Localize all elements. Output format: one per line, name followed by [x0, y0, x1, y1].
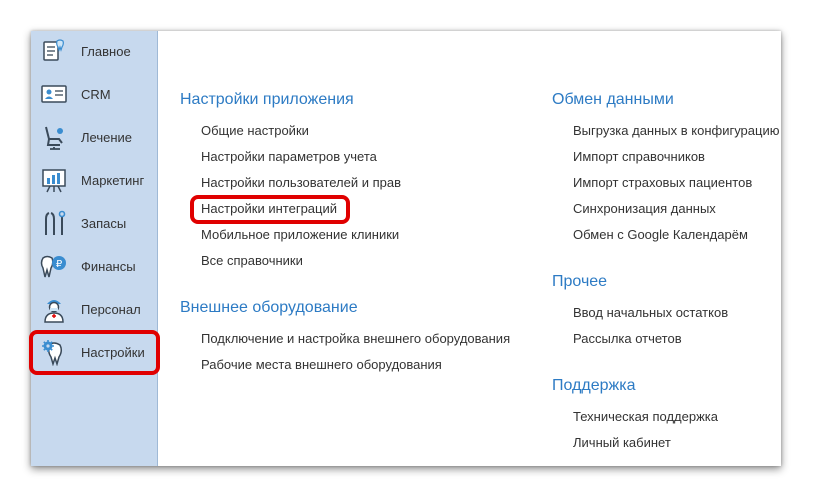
sidebar-item-finance[interactable]: ₽ Финансы	[31, 248, 158, 284]
contact-card-icon	[40, 80, 68, 108]
sidebar-item-label: Персонал	[81, 301, 141, 317]
app-window: Главное CRM Лечение Маркетинг Запасы ₽ Ф…	[31, 31, 781, 466]
chart-board-icon	[40, 166, 68, 194]
link-export-to-config[interactable]: Выгрузка данных в конфигурацию	[573, 123, 779, 138]
sidebar-item-staff[interactable]: Персонал	[31, 291, 158, 327]
sidebar-item-main[interactable]: Главное	[31, 33, 158, 69]
section-title-app-settings: Настройки приложения	[180, 91, 354, 108]
sidebar-item-marketing[interactable]: Маркетинг	[31, 162, 158, 198]
link-data-sync[interactable]: Синхронизация данных	[573, 201, 716, 216]
tooth-checklist-icon	[40, 37, 68, 65]
doctor-icon	[40, 295, 68, 323]
tooth-coin-icon: ₽	[40, 252, 68, 280]
section-title-other: Прочее	[552, 273, 608, 290]
link-import-catalogs[interactable]: Импорт справочников	[573, 149, 705, 164]
tooth-gear-icon	[40, 338, 68, 366]
section-title-external-equipment: Внешнее оборудование	[180, 299, 358, 316]
sidebar-item-stock[interactable]: Запасы	[31, 205, 158, 241]
link-equipment-setup[interactable]: Подключение и настройка внешнего оборудо…	[201, 331, 510, 346]
link-personal-account[interactable]: Личный кабинет	[573, 435, 671, 450]
link-integration-settings[interactable]: Настройки интеграций	[201, 201, 337, 216]
link-general-settings[interactable]: Общие настройки	[201, 123, 309, 138]
link-import-insured-patients[interactable]: Импорт страховых пациентов	[573, 175, 752, 190]
sidebar-item-label: Запасы	[81, 215, 127, 231]
link-all-catalogs[interactable]: Все справочники	[201, 253, 303, 268]
sidebar-item-label: Главное	[81, 43, 131, 59]
section-title-data-exchange: Обмен данными	[552, 91, 674, 108]
dental-tools-icon	[40, 209, 68, 237]
sidebar-item-label: Маркетинг	[81, 172, 145, 188]
link-mobile-app[interactable]: Мобильное приложение клиники	[201, 227, 399, 242]
section-title-support: Поддержка	[552, 377, 636, 394]
sidebar-item-crm[interactable]: CRM	[31, 76, 158, 112]
sidebar: Главное CRM Лечение Маркетинг Запасы ₽ Ф…	[31, 31, 158, 466]
sidebar-item-label: Настройки	[81, 344, 145, 360]
link-google-calendar-exchange[interactable]: Обмен с Google Календарём	[573, 227, 748, 242]
link-report-mailing[interactable]: Рассылка отчетов	[573, 331, 682, 346]
dental-chair-icon	[40, 123, 68, 151]
sidebar-item-label: Лечение	[81, 129, 133, 145]
settings-panel: Настройки приложения Общие настройки Нас…	[159, 31, 781, 466]
link-opening-balances[interactable]: Ввод начальных остатков	[573, 305, 728, 320]
sidebar-item-treatment[interactable]: Лечение	[31, 119, 158, 155]
sidebar-item-label: Финансы	[81, 258, 136, 274]
svg-text:₽: ₽	[56, 259, 63, 270]
sidebar-item-label: CRM	[81, 86, 111, 102]
link-tech-support[interactable]: Техническая поддержка	[573, 409, 718, 424]
link-accounting-settings[interactable]: Настройки параметров учета	[201, 149, 377, 164]
sidebar-item-settings[interactable]: Настройки	[31, 334, 158, 370]
link-equipment-workplaces[interactable]: Рабочие места внешнего оборудования	[201, 357, 442, 372]
link-users-rights-settings[interactable]: Настройки пользователей и прав	[201, 175, 401, 190]
